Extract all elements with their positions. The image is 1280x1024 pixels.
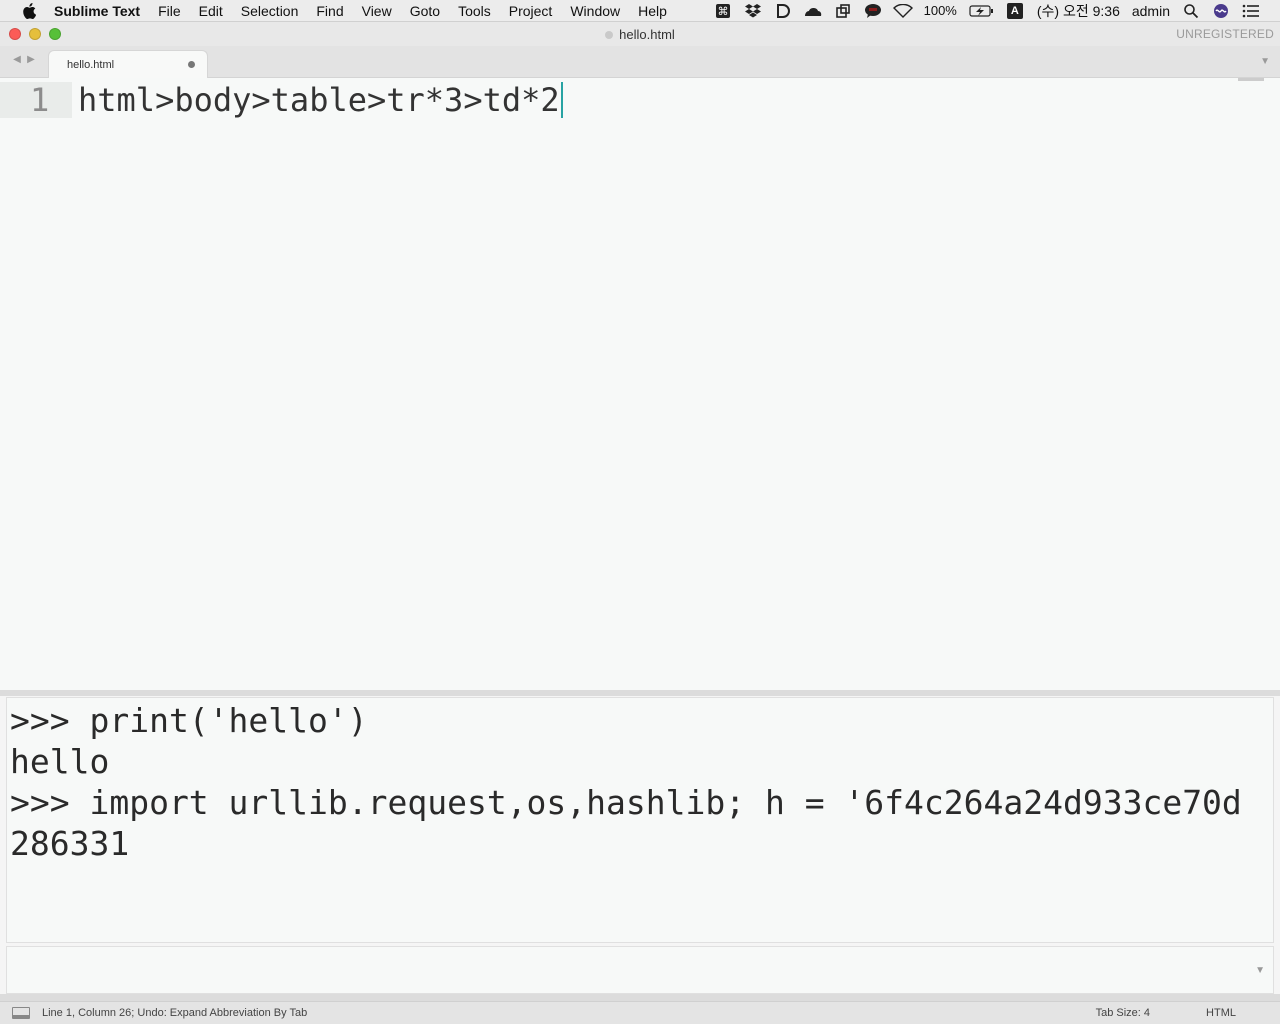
tab-back-arrow-icon[interactable]: ◀	[10, 54, 24, 65]
siri-icon[interactable]	[1211, 2, 1231, 20]
menu-selection[interactable]: Selection	[232, 0, 308, 22]
menu-view[interactable]: View	[353, 0, 401, 22]
window-title-bar: hello.html UNREGISTERED	[0, 22, 1280, 46]
menu-project[interactable]: Project	[500, 0, 562, 22]
tab-list-dropdown-icon[interactable]: ▼	[1260, 56, 1270, 67]
line-number: 1	[30, 81, 50, 119]
notification-list-icon[interactable]	[1241, 2, 1261, 20]
panel-divider[interactable]	[0, 690, 1280, 696]
console-input[interactable]: ▼	[6, 946, 1274, 994]
tab-label: hello.html	[67, 58, 115, 71]
chat-bubble-icon[interactable]	[863, 2, 883, 20]
minimap[interactable]	[1238, 78, 1264, 81]
status-message: Line 1, Column 26; Undo: Expand Abbrevia…	[42, 1007, 308, 1019]
menubar-clock[interactable]: (수) 오전 9:36	[1037, 1, 1120, 21]
menu-edit[interactable]: Edit	[190, 0, 232, 22]
menu-tools[interactable]: Tools	[449, 0, 500, 22]
syntax-selector[interactable]: HTML	[1206, 1007, 1236, 1019]
tab-size-selector[interactable]: Tab Size: 4	[1096, 1007, 1150, 1019]
spotlight-search-icon[interactable]	[1181, 2, 1201, 20]
menu-window[interactable]: Window	[561, 0, 629, 22]
tab-navigation: ◀ ▶	[10, 54, 38, 65]
d-app-icon[interactable]	[773, 2, 793, 20]
cloud-icon[interactable]	[803, 2, 823, 20]
text-caret	[560, 82, 563, 118]
tab-bar: ◀ ▶ hello.html ▼	[0, 46, 1280, 78]
menubar-user[interactable]: admin	[1132, 3, 1170, 19]
menu-find[interactable]: Find	[307, 0, 352, 22]
menu-help[interactable]: Help	[629, 0, 676, 22]
tab-hello-html[interactable]: hello.html	[48, 50, 208, 78]
menu-app-name[interactable]: Sublime Text	[50, 0, 149, 22]
minimize-window-button[interactable]	[29, 28, 41, 40]
window-controls	[9, 28, 69, 40]
status-bar: Line 1, Column 26; Undo: Expand Abbrevia…	[0, 1001, 1280, 1024]
command-icon[interactable]: ⌘	[713, 2, 733, 20]
file-proxy-icon	[605, 30, 614, 39]
window-title-text: hello.html	[619, 26, 675, 42]
apple-icon[interactable]	[20, 2, 38, 20]
console-output[interactable]: >>> print('hello') hello >>> import urll…	[6, 697, 1274, 943]
svg-text:⌘: ⌘	[717, 5, 728, 18]
panel-bottom-border	[0, 994, 1280, 1001]
battery-percent: 100%	[923, 3, 957, 18]
wifi-icon[interactable]	[892, 2, 913, 20]
battery-charging-icon[interactable]	[968, 2, 994, 20]
zoom-window-button[interactable]	[49, 28, 61, 40]
editor-pane[interactable]: 1 html>body>table>tr*3>td*2	[0, 78, 1280, 690]
console-output-text: >>> print('hello') hello >>> import urll…	[10, 701, 1242, 863]
show-panel-icon[interactable]	[12, 1007, 30, 1019]
menu-extras: ⌘ 100% A (수) 오전 9:36 admin	[708, 0, 1280, 22]
input-source-indicator[interactable]: A	[1006, 2, 1023, 19]
close-window-button[interactable]	[9, 28, 21, 40]
menu-file[interactable]: File	[149, 0, 190, 22]
unsaved-dot-icon[interactable]	[188, 61, 195, 68]
tab-forward-arrow-icon[interactable]: ▶	[24, 54, 38, 65]
window-title: hello.html	[0, 27, 1280, 42]
menu-goto[interactable]: Goto	[401, 0, 449, 22]
code-line-text: html>body>table>tr*3>td*2	[78, 81, 560, 119]
unregistered-label: UNREGISTERED	[1176, 27, 1274, 41]
console-history-dropdown-icon[interactable]: ▼	[1255, 965, 1265, 976]
screens-icon[interactable]	[833, 2, 853, 20]
macos-menu-bar: Sublime Text File Edit Selection Find Vi…	[0, 0, 1280, 22]
code-line[interactable]: html>body>table>tr*3>td*2	[78, 82, 563, 118]
dropbox-icon[interactable]	[743, 2, 763, 20]
